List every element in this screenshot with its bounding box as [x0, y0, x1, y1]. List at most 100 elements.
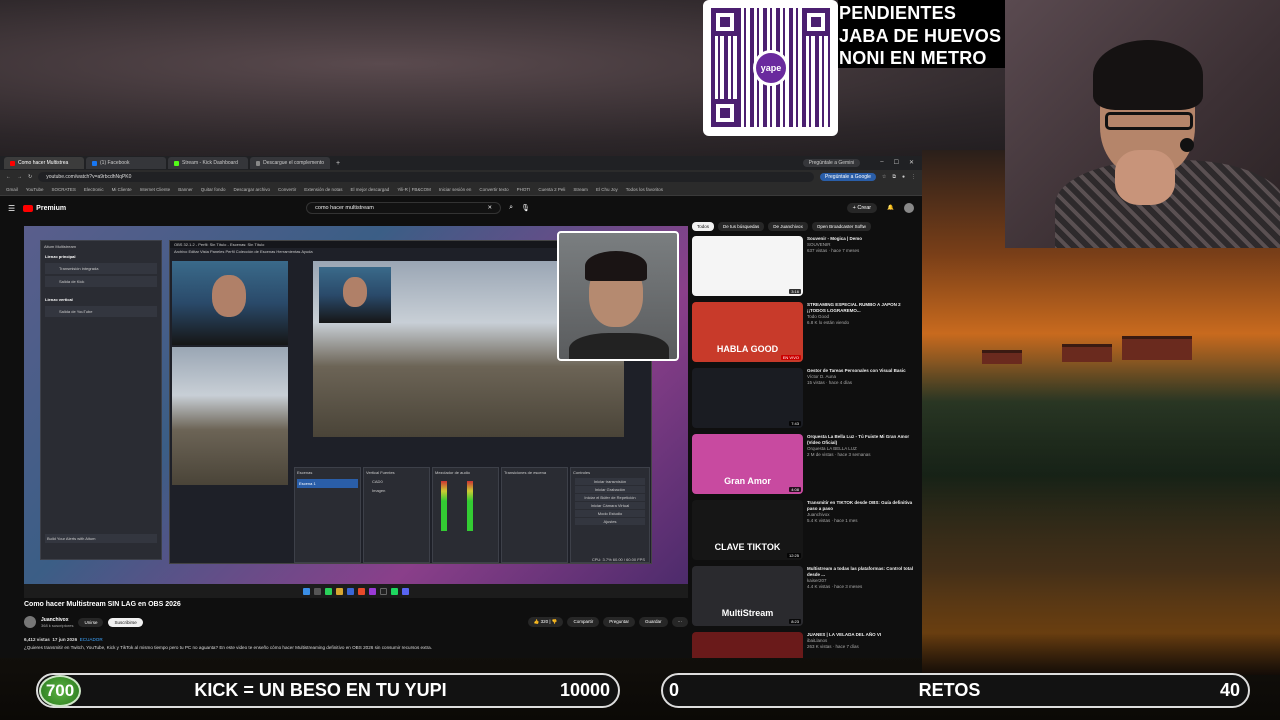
discord-icon[interactable]	[402, 587, 409, 595]
chrome-icon[interactable]	[358, 587, 365, 595]
bookmark-item[interactable]: SOCRATES	[51, 187, 75, 192]
menu-icon[interactable]: ☰	[8, 204, 15, 213]
video-thumbnail[interactable]: MultiStream 8:23	[692, 566, 803, 626]
filter-chip[interactable]: Open Broadcaster Softw	[811, 222, 871, 231]
join-button[interactable]: Unirse	[78, 617, 104, 627]
reload-icon[interactable]: ↻	[28, 174, 32, 180]
channel-name[interactable]: Juanchivox	[41, 617, 73, 623]
bookmark-item[interactable]: El mejor descargad	[351, 187, 390, 192]
output-youtube[interactable]: Salida de YouTube	[45, 306, 157, 317]
whatsapp-icon[interactable]	[325, 587, 332, 595]
recommendation-item[interactable]: CLAVE TIKTOK 12:25 Transmitir en TIKTOK de…	[692, 500, 918, 562]
video-thumbnail[interactable]: Gran Amor 4:08	[692, 434, 803, 494]
share-button[interactable]: Compartir	[567, 617, 600, 627]
video-thumbnail[interactable]: 7:43	[692, 368, 803, 428]
menu-icon[interactable]: ⋮	[911, 174, 916, 180]
obs-icon[interactable]	[380, 587, 387, 595]
recommendation-title[interactable]: Transmitir en TIKTOK desde OBS: Guía def…	[807, 500, 918, 512]
close-icon[interactable]: ✕	[909, 159, 914, 167]
windows-start-icon[interactable]	[303, 587, 310, 595]
bookmark-item[interactable]: Extensión de notas	[304, 187, 342, 192]
source-item[interactable]: CAD0	[364, 477, 429, 486]
virtual-camera-button[interactable]: Iniciar Cámara Virtual	[575, 502, 645, 509]
maximize-icon[interactable]: ☐	[894, 159, 899, 167]
recommendation-title[interactable]: Multistream a todas las plataformas: Con…	[807, 566, 918, 578]
back-icon[interactable]: ←	[6, 174, 11, 180]
settings-button[interactable]: Ajustes	[575, 518, 645, 525]
folder-icon[interactable]	[336, 587, 343, 595]
recommendation-item[interactable]: VELADAJUANES | LA VELADA DEL AÑO VIibaiL…	[692, 632, 918, 658]
bookmark-item[interactable]: Quitar fondo	[201, 187, 226, 192]
bookmark-item[interactable]: Convertir	[278, 187, 296, 192]
search-icon[interactable]	[314, 587, 321, 595]
ask-google-button[interactable]: Pregúntale a Google	[820, 173, 876, 181]
tab-download[interactable]: Descargue el complemento	[250, 157, 330, 169]
bookmark-item[interactable]: Stream	[573, 187, 588, 192]
bookmark-item[interactable]: Electronic	[84, 187, 104, 192]
more-icon[interactable]: ⋯	[671, 617, 688, 627]
video-player[interactable]: Aitum Multistream Lienzo principal Trans…	[24, 226, 688, 598]
recommendation-item[interactable]: Gran Amor 4:08 Orquesta La Bella Luz - Tú …	[692, 434, 918, 496]
video-thumbnail[interactable]: CLAVE TIKTOK 12:25	[692, 500, 803, 560]
recommendation-item[interactable]: HABLA GOOD EN VIVO STREAMING ESPECIAL RUMB…	[692, 302, 918, 364]
replay-buffer-button[interactable]: Iniciar el Búfer de Repetición	[575, 494, 645, 501]
video-thumbnail[interactable]: HABLA GOOD EN VIVO	[692, 302, 803, 362]
bookmark-item[interactable]: Cuenta 2 Peli	[538, 187, 565, 192]
search-icon[interactable]: ⌕	[509, 204, 513, 212]
studio-mode-button[interactable]: Modo Estudio	[575, 510, 645, 517]
bookmark-item[interactable]: Convertir texto	[479, 187, 508, 192]
bookmark-item[interactable]: Gmail	[6, 187, 18, 192]
new-tab-icon[interactable]: +	[332, 160, 344, 167]
avatar[interactable]	[904, 203, 914, 213]
tab-kick[interactable]: Stream - Kick Dashboard	[168, 157, 248, 169]
youtube-logo[interactable]: Premium	[23, 204, 66, 212]
recommendation-item[interactable]: MultiStream 8:23 Multistream a todas las p…	[692, 566, 918, 628]
ask-button[interactable]: Preguntar	[603, 617, 635, 627]
save-button[interactable]: Guardar	[638, 617, 668, 627]
scene-item[interactable]: Escena 1	[297, 479, 358, 488]
bookmark-item[interactable]: Todos los favoritos	[626, 187, 663, 192]
forward-icon[interactable]: →	[17, 174, 22, 180]
bookmark-item[interactable]: PHOTI	[517, 187, 531, 192]
clear-icon[interactable]: ✕	[488, 205, 493, 211]
bookmark-item[interactable]: YouTube	[26, 187, 44, 192]
gemini-button[interactable]: Pregúntale a Gemini	[802, 159, 861, 167]
url-input[interactable]: youtube.com/watch?v=a9rbcdhNqPK0	[38, 172, 815, 182]
source-item[interactable]: Imagen	[364, 486, 429, 495]
video-description[interactable]: 6,412 vistas 17 jun 2026 ECUADOR ¿Quiere…	[24, 636, 688, 652]
video-thumbnail[interactable]: 3:16	[692, 236, 803, 296]
start-stream-button[interactable]: Iniciar transmisión	[575, 478, 645, 485]
country-tag[interactable]: ECUADOR	[80, 637, 103, 642]
like-button[interactable]: 👍 320 | 👎	[527, 617, 564, 627]
tab-facebook[interactable]: (1) Facebook	[86, 157, 166, 169]
filter-chip[interactable]: De tus búsquedas	[718, 222, 765, 231]
recommendation-title[interactable]: STREAMING ESPECIAL RUMBO A JAPON 2 ¡¡TOD…	[807, 302, 918, 314]
output-twitch[interactable]: Transmisión integrada	[45, 263, 157, 274]
mic-icon[interactable]: 🎙	[521, 204, 530, 212]
recommendation-item[interactable]: 3:16 Souvenir - Mogica | Demo SOUVENIR 637 …	[692, 236, 918, 298]
spotify-icon[interactable]	[391, 587, 398, 595]
create-button[interactable]: + Crear	[846, 203, 878, 213]
output-kick[interactable]: Salida de Kick	[45, 276, 157, 287]
recommendation-item[interactable]: 7:43 Gestor de Tareas Personales con Visu…	[692, 368, 918, 430]
bookmark-item[interactable]: Internet Cliente	[140, 187, 171, 192]
minimize-icon[interactable]: –	[880, 159, 883, 167]
recommendation-title[interactable]: Orquesta La Bella Luz - Tú Fuiste Mi Gra…	[807, 434, 918, 446]
bookmark-item[interactable]: Iniciar sesión en	[439, 187, 472, 192]
bookmark-item[interactable]: Mi Cliente	[112, 187, 132, 192]
app-icon[interactable]	[347, 587, 354, 595]
video-thumbnail[interactable]: VELADA	[692, 632, 803, 658]
bookmark-item[interactable]: El Chu Joy	[596, 187, 618, 192]
channel-avatar[interactable]	[24, 616, 36, 628]
tab-youtube[interactable]: Como hacer Multistrea	[4, 157, 84, 169]
subscribe-button[interactable]: Suscribirse	[108, 617, 143, 627]
start-recording-button[interactable]: Iniciar Grabación	[575, 486, 645, 493]
bookmark-item[interactable]: Yili-R | FB&COM	[397, 187, 431, 192]
profile-icon[interactable]: ●	[902, 174, 905, 180]
app-icon[interactable]	[369, 587, 376, 595]
filter-chip[interactable]: Todos	[692, 222, 715, 231]
filter-chip[interactable]: De Juanchivox	[768, 222, 808, 231]
bell-icon[interactable]: 🔔	[887, 205, 894, 211]
extension-icon[interactable]: ⧉	[892, 174, 896, 180]
bookmark-item[interactable]: Descargar archivo	[233, 187, 270, 192]
